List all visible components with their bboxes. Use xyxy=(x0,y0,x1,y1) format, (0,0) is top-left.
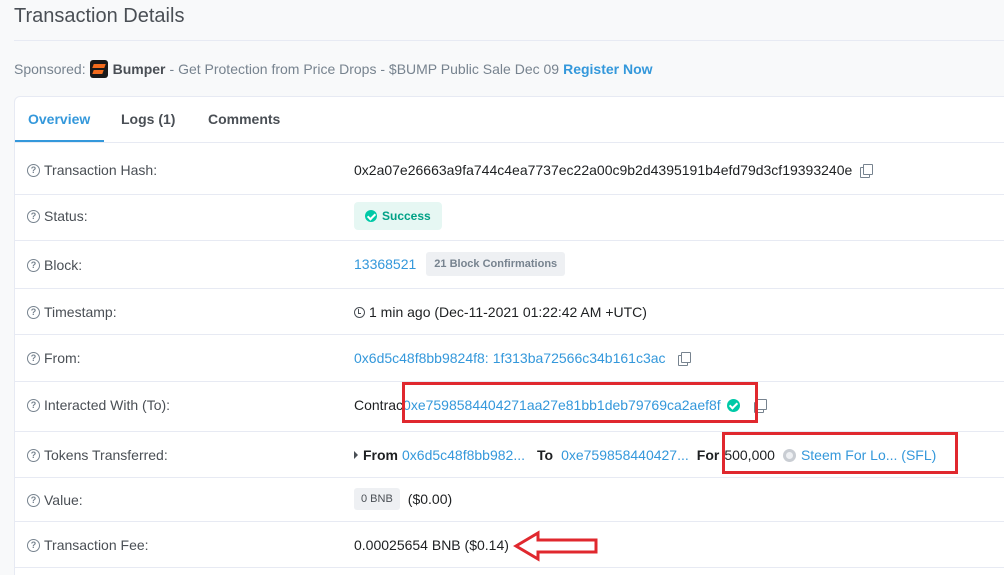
title-divider xyxy=(14,40,1004,41)
block-number-link[interactable]: 13368521 xyxy=(354,256,416,272)
from-address-link[interactable]: 0x6d5c48f8bb9824f8: xyxy=(354,350,489,366)
token-for-label: For xyxy=(696,447,720,463)
token-to-address-link[interactable]: 0xe759858440427... xyxy=(561,447,689,463)
divider xyxy=(15,240,1004,241)
timestamp-value: 1 min ago (Dec-11-2021 01:22:42 AM +UTC) xyxy=(354,304,647,320)
tab-comments[interactable]: Comments xyxy=(208,111,280,127)
sponsor-prefix: Sponsored: xyxy=(14,61,86,77)
value-label: ? Value: xyxy=(27,492,83,508)
status-badge: Success xyxy=(354,202,442,230)
question-icon[interactable]: ? xyxy=(27,305,40,319)
token-from-address-link[interactable]: 0x6d5c48f8bb982... xyxy=(402,447,525,463)
check-circle-icon xyxy=(365,210,377,222)
tx-hash-text: 0x2a07e26663a9fa744c4ea7737ec22a00c9b2d4… xyxy=(354,162,853,178)
timestamp-label: ? Timestamp: xyxy=(27,304,117,320)
bumper-logo-icon[interactable] xyxy=(89,60,108,78)
divider xyxy=(15,194,1004,195)
fee-value: 0.00025654 BNB ($0.14) xyxy=(354,537,509,553)
divider xyxy=(15,521,1004,522)
from-value: 0x6d5c48f8bb9824f8: 1f313ba72566c34b161c… xyxy=(354,350,691,366)
question-icon[interactable]: ? xyxy=(27,493,40,507)
transaction-card: Overview Logs (1) Comments ? Transaction… xyxy=(14,96,1004,575)
question-icon[interactable]: ? xyxy=(27,398,40,412)
copy-icon[interactable] xyxy=(860,163,874,178)
question-icon[interactable]: ? xyxy=(27,448,40,462)
question-icon[interactable]: ? xyxy=(27,351,40,365)
question-icon[interactable]: ? xyxy=(27,258,40,272)
from-label: ? From: xyxy=(27,350,81,366)
highlight-box-token-amount xyxy=(722,432,958,474)
value-value: 0 BNB ($0.00) xyxy=(354,488,452,510)
tx-hash-value: 0x2a07e26663a9fa744c4ea7737ec22a00c9b2d4… xyxy=(354,162,874,178)
block-label: ? Block: xyxy=(27,257,82,273)
block-value: 13368521 21 Block Confirmations xyxy=(354,252,566,276)
question-icon[interactable]: ? xyxy=(27,163,40,177)
tx-hash-label: ? Transaction Hash: xyxy=(27,162,157,178)
value-usd: ($0.00) xyxy=(407,491,453,507)
clock-icon xyxy=(354,306,365,318)
tab-logs[interactable]: Logs (1) xyxy=(121,111,175,127)
sponsor-banner: Sponsored: Bumper - Get Protection from … xyxy=(14,60,653,78)
tokens-label: ? Tokens Transferred: xyxy=(27,447,168,463)
page-title: Transaction Details xyxy=(14,5,185,27)
divider xyxy=(15,288,1004,289)
red-arrow-icon xyxy=(513,530,598,562)
question-icon[interactable]: ? xyxy=(27,538,40,552)
copy-icon[interactable] xyxy=(677,351,691,366)
sponsor-text: - Get Protection from Price Drops - $BUM… xyxy=(169,61,560,77)
status-value: Success xyxy=(354,202,442,230)
token-to-label: To xyxy=(537,447,554,463)
divider xyxy=(15,567,1004,568)
status-label: ? Status: xyxy=(27,208,88,224)
register-now-link[interactable]: Register Now xyxy=(563,61,652,77)
divider xyxy=(15,477,1004,478)
interacted-label: ? Interacted With (To): xyxy=(27,397,170,413)
bnb-badge: 0 BNB xyxy=(354,488,400,510)
fee-label: ? Transaction Fee: xyxy=(27,537,149,553)
question-icon[interactable]: ? xyxy=(27,209,40,223)
divider xyxy=(15,334,1004,335)
tab-overview[interactable]: Overview xyxy=(28,111,90,127)
block-confirmations-badge: 21 Block Confirmations xyxy=(426,252,566,276)
caret-right-icon[interactable] xyxy=(354,451,358,459)
token-from-label: From xyxy=(363,447,398,463)
from-address-link-tail[interactable]: 1f313ba72566c34b161c3ac xyxy=(493,350,666,366)
sponsor-brand[interactable]: Bumper xyxy=(113,61,166,77)
highlight-box-contract xyxy=(402,382,758,423)
tab-bar: Overview Logs (1) Comments xyxy=(15,97,1004,143)
contract-prefix: Contrac xyxy=(354,397,404,413)
active-tab-indicator xyxy=(15,140,104,142)
